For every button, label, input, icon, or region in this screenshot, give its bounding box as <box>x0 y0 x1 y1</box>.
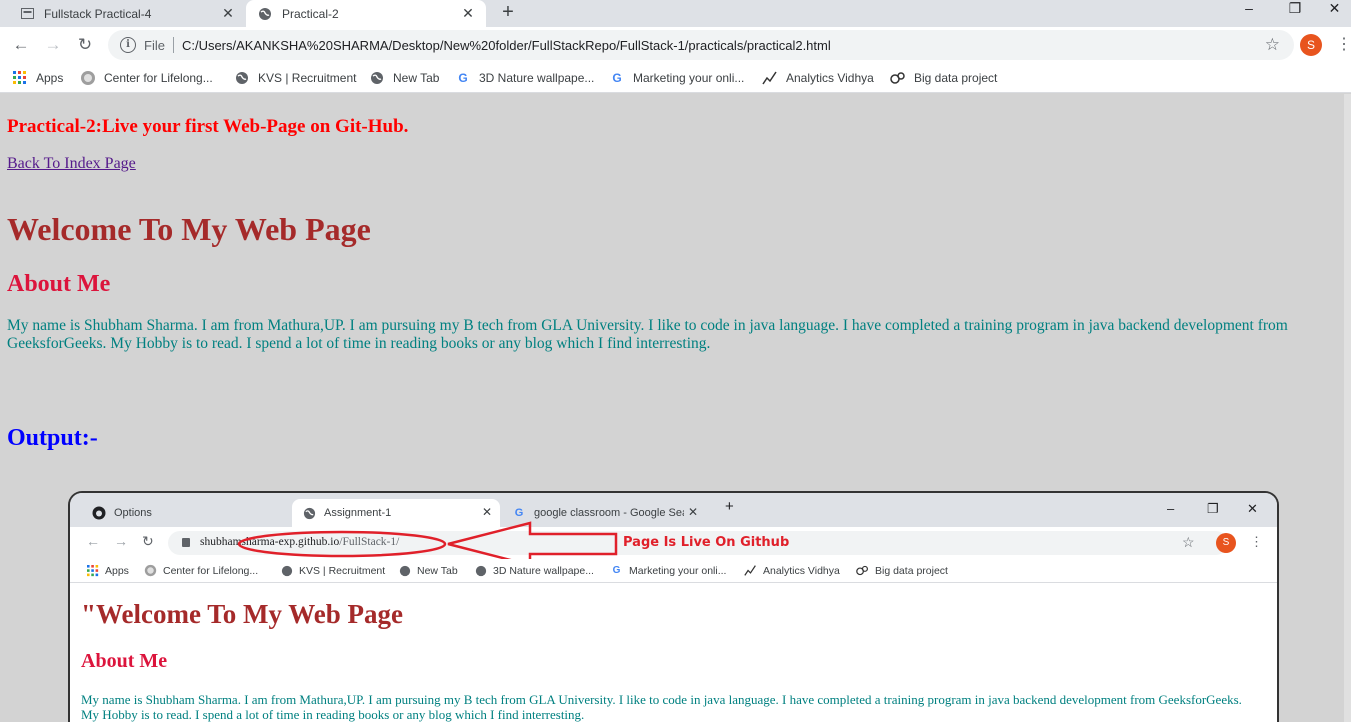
annotation-label: Page Is Live On Github <box>623 535 790 550</box>
bookmark-new-tab[interactable]: New Tab <box>369 70 439 86</box>
reload-button[interactable]: ↻ <box>73 33 97 57</box>
restore-button[interactable]: ❐ <box>1272 0 1318 24</box>
bigdata-icon <box>856 564 869 577</box>
globe-icon <box>258 7 272 21</box>
bookmark-star-icon[interactable]: ☆ <box>1265 35 1280 55</box>
about-me-heading: About Me <box>7 271 111 297</box>
bookmark-label: Center for Lifelong... <box>104 71 213 85</box>
address-bar[interactable]: i File C:/Users/AKANKSHA%20SHARMA/Deskto… <box>108 30 1294 60</box>
seal-icon <box>80 70 96 86</box>
apps-grid-icon <box>86 564 99 577</box>
screenshot-bookmarks-bar: Apps Center for Lifelong... KVS | Recrui… <box>70 559 1277 583</box>
tab-strip: Fullstack Practical-4 ✕ Practical-2 ✕ + … <box>0 0 1351 27</box>
forward-button[interactable]: → <box>41 33 65 57</box>
minimize-button[interactable]: – <box>1226 0 1272 24</box>
info-icon[interactable]: i <box>120 37 136 53</box>
back-to-index-link[interactable]: Back To Index Page <box>7 155 136 173</box>
apps-grid-icon <box>12 70 28 86</box>
output-screenshot: Options Assignment-1 ✕ G google classroo… <box>68 491 1279 722</box>
tab-title: Fullstack Practical-4 <box>44 6 152 21</box>
bookmark-label: Apps <box>105 564 129 577</box>
screenshot-bookmark: Apps <box>86 564 129 577</box>
globe-icon <box>369 70 385 86</box>
bookmark-label: KVS | Recruitment <box>299 564 386 577</box>
bookmark-label: Big data project <box>914 71 998 85</box>
menu-kebab-icon[interactable]: ⋮ <box>1336 35 1351 55</box>
globe-icon <box>474 564 487 577</box>
bookmark-label: Center for Lifelong... <box>163 564 259 577</box>
bookmark-label: 3D Nature wallpape... <box>493 564 594 577</box>
globe-icon <box>398 564 411 577</box>
screenshot-welcome-heading: "Welcome To My Web Page <box>81 599 403 629</box>
bookmark-analytics-vidhya[interactable]: Analytics Vidhya <box>762 70 874 86</box>
tab-practical-2[interactable]: Practical-2 ✕ <box>246 0 486 27</box>
screenshot-page: "Welcome To My Web Page About Me My name… <box>70 584 1277 722</box>
screenshot-bookmark: 3D Nature wallpape... <box>474 564 594 577</box>
globe-icon <box>280 564 293 577</box>
bookmark-label: 3D Nature wallpape... <box>479 71 595 85</box>
analytics-icon <box>744 564 757 577</box>
screenshot-bookmark: Center for Lifelong... <box>144 564 258 577</box>
address-scheme: File <box>144 37 165 53</box>
bookmark-label: Analytics Vidhya <box>763 564 840 577</box>
bookmark-label: Marketing your onli... <box>629 564 727 577</box>
back-button[interactable]: ← <box>9 33 33 57</box>
new-tab-button[interactable]: + <box>498 1 518 24</box>
bookmark-label: New Tab <box>393 71 440 85</box>
screenshot-bookmark: Analytics Vidhya <box>744 564 840 577</box>
bookmark-label: Big data project <box>875 564 948 577</box>
google-icon: G <box>612 565 621 576</box>
bookmark-label: New Tab <box>417 564 458 577</box>
analytics-icon <box>762 70 778 86</box>
browser-toolbar: ← → ↻ i File C:/Users/AKANKSHA%20SHARMA/… <box>0 27 1351 63</box>
bookmark-3d-nature-wallpaper[interactable]: G 3D Nature wallpape... <box>455 70 594 86</box>
bigdata-icon <box>890 70 906 86</box>
globe-icon <box>234 70 250 86</box>
screenshot-about-heading: About Me <box>81 650 168 672</box>
close-tab-icon[interactable]: ✕ <box>460 5 476 21</box>
address-divider <box>172 37 174 53</box>
screenshot-bookmark: KVS | Recruitment <box>280 564 385 577</box>
welcome-heading: Welcome To My Web Page <box>7 211 371 247</box>
screenshot-bookmark: G Marketing your onli... <box>610 564 727 577</box>
bookmark-label: Analytics Vidhya <box>786 71 874 85</box>
bookmark-label: Marketing your onli... <box>633 71 745 85</box>
google-icon: G <box>458 71 468 85</box>
tab-title: Practical-2 <box>282 6 339 21</box>
bookmark-kvs-recruitment[interactable]: KVS | Recruitment <box>234 70 356 86</box>
bookmark-center-for-lifelong[interactable]: Center for Lifelong... <box>80 70 213 86</box>
screenshot-bio-paragraph: My name is Shubham Sharma. I am from Mat… <box>81 692 1242 722</box>
google-icon: G <box>612 71 622 85</box>
bookmark-apps[interactable]: Apps <box>12 70 63 86</box>
bio-paragraph: My name is Shubham Sharma. I am from Mat… <box>7 317 1288 352</box>
page-content: Practical-2:Live your first Web-Page on … <box>0 94 1351 722</box>
seal-icon <box>144 564 157 577</box>
profile-avatar[interactable]: S <box>1300 34 1322 56</box>
close-tab-icon[interactable]: ✕ <box>220 5 236 21</box>
practical-title: Practical-2:Live your first Web-Page on … <box>7 116 409 137</box>
address-url[interactable]: C:/Users/AKANKSHA%20SHARMA/Desktop/New%2… <box>182 38 831 53</box>
bookmark-big-data-project[interactable]: Big data project <box>890 70 997 86</box>
vertical-scrollbar[interactable] <box>1344 94 1351 722</box>
document-icon <box>20 7 34 21</box>
output-heading: Output:- <box>7 425 98 451</box>
bookmarks-bar: Apps Center for Lifelong... KVS | Recrui… <box>0 63 1351 93</box>
bookmark-label: Apps <box>36 71 64 85</box>
close-window-button[interactable]: ✕ <box>1318 0 1351 24</box>
screenshot-bookmark: New Tab <box>398 564 458 577</box>
bookmark-marketing[interactable]: G Marketing your onli... <box>609 70 744 86</box>
tab-fullstack-practical-4[interactable]: Fullstack Practical-4 ✕ <box>0 0 246 27</box>
screenshot-bookmark: Big data project <box>856 564 948 577</box>
bookmark-label: KVS | Recruitment <box>258 71 357 85</box>
